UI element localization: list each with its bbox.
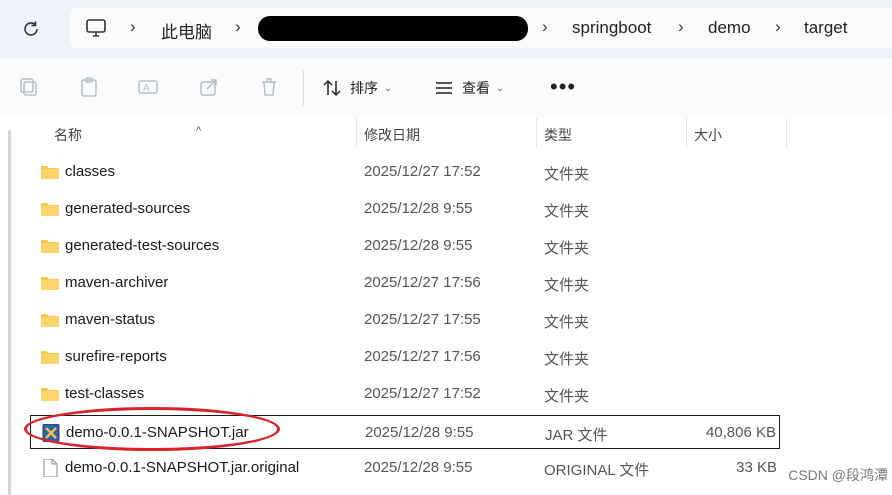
red-annotation-ellipse (24, 407, 280, 451)
file-type: JAR 文件 (545, 427, 608, 444)
file-modified: 2025/12/27 17:52 (364, 163, 481, 180)
file-type: 文件夹 (544, 277, 590, 294)
chevron-right-icon[interactable]: › (235, 17, 241, 37)
column-divider[interactable] (686, 118, 687, 148)
file-modified: 2025/12/28 9:55 (365, 424, 474, 441)
chevron-down-icon: ⌄ (384, 82, 393, 94)
breadcrumb-springboot[interactable]: springboot (572, 18, 651, 38)
copy-icon[interactable] (18, 76, 42, 100)
chevron-right-icon[interactable]: › (130, 17, 136, 37)
delete-icon[interactable] (258, 76, 282, 100)
list-item[interactable]: demo-0.0.1-SNAPSHOT.jar.original 2025/12… (30, 451, 780, 485)
rename-icon[interactable]: A (137, 76, 161, 100)
file-size: 33 KB (736, 459, 777, 476)
list-item[interactable]: test-classes 2025/12/27 17:52 文件夹 (30, 377, 780, 411)
file-type: 文件夹 (544, 314, 590, 331)
breadcrumb-demo[interactable]: demo (708, 18, 751, 38)
column-header-row: ^ 名称 修改日期 类型 大小 (0, 118, 892, 148)
file-modified: 2025/12/27 17:52 (364, 385, 481, 402)
folder-icon (41, 351, 59, 364)
file-name: demo-0.0.1-SNAPSHOT.jar.original (65, 459, 300, 476)
file-name: surefire-reports (65, 348, 167, 365)
file-modified: 2025/12/27 17:56 (364, 274, 481, 291)
file-modified: 2025/12/28 9:55 (364, 200, 473, 217)
folder-icon (41, 388, 59, 401)
file-name: classes (65, 163, 116, 180)
file-type: 文件夹 (544, 351, 590, 368)
watermark: CSDN @段鸿潭 (788, 467, 888, 483)
folder-icon (41, 203, 59, 216)
list-item[interactable]: maven-status 2025/12/27 17:55 文件夹 (30, 303, 780, 337)
file-modified: 2025/12/27 17:55 (364, 311, 481, 328)
file-type: 文件夹 (544, 203, 590, 220)
column-header-type[interactable]: 类型 (544, 125, 572, 145)
breadcrumb-this-pc[interactable]: 此电脑 (161, 18, 212, 43)
chevron-right-icon[interactable]: › (678, 17, 684, 37)
file-type: 文件夹 (544, 166, 590, 183)
paste-icon[interactable] (78, 76, 102, 100)
file-modified: 2025/12/28 9:55 (364, 237, 473, 254)
file-name: generated-test-sources (65, 237, 220, 254)
sort-ascending-icon: ^ (196, 125, 202, 137)
svg-text:A: A (143, 83, 150, 94)
command-bar: A 排序 ⌄ 查看 ⌄ ••• (0, 58, 892, 119)
file-name: test-classes (65, 385, 145, 402)
toolbar-divider (303, 70, 304, 106)
view-label: 查看 (462, 80, 490, 96)
column-divider[interactable] (356, 118, 357, 148)
chevron-down-icon: ⌄ (496, 82, 505, 94)
refresh-icon[interactable] (18, 16, 44, 42)
folder-icon (41, 277, 59, 290)
column-header-name[interactable]: 名称 (54, 125, 82, 145)
chevron-right-icon[interactable]: › (542, 17, 548, 37)
file-size: 40,806 KB (705, 424, 776, 441)
address-area: › 此电脑 › › springboot › demo › target (0, 0, 892, 58)
sort-label: 排序 (350, 80, 378, 96)
breadcrumb-target[interactable]: target (804, 18, 847, 38)
file-name: generated-sources (65, 200, 191, 217)
sort-button[interactable]: 排序 ⌄ (322, 76, 392, 100)
column-header-size[interactable]: 大小 (694, 125, 722, 145)
redacted-path (258, 16, 528, 41)
file-name: maven-archiver (65, 274, 169, 291)
folder-icon (41, 314, 59, 327)
view-button[interactable]: 查看 ⌄ (434, 76, 504, 100)
scrollbar[interactable] (8, 130, 11, 495)
chevron-right-icon[interactable]: › (775, 17, 781, 37)
folder-icon (41, 240, 59, 253)
view-icon (436, 82, 452, 94)
file-type: 文件夹 (544, 388, 590, 405)
column-header-modified[interactable]: 修改日期 (364, 125, 420, 145)
this-pc-icon[interactable] (84, 16, 108, 40)
column-divider[interactable] (786, 118, 787, 148)
file-name: maven-status (65, 311, 156, 328)
file-modified: 2025/12/28 9:55 (364, 459, 473, 476)
column-divider[interactable] (536, 118, 537, 148)
more-options-icon[interactable]: ••• (550, 76, 576, 98)
file-icon (43, 459, 58, 477)
list-item[interactable]: maven-archiver 2025/12/27 17:56 文件夹 (30, 266, 780, 300)
list-item[interactable]: surefire-reports 2025/12/27 17:56 文件夹 (30, 340, 780, 374)
file-type: 文件夹 (544, 240, 590, 257)
list-item[interactable]: generated-test-sources 2025/12/28 9:55 文… (30, 229, 780, 263)
file-modified: 2025/12/27 17:56 (364, 348, 481, 365)
sort-icon (323, 79, 341, 97)
file-type: ORIGINAL 文件 (544, 462, 650, 479)
share-icon[interactable] (198, 76, 222, 100)
list-item[interactable]: generated-sources 2025/12/28 9:55 文件夹 (30, 192, 780, 226)
folder-icon (41, 166, 59, 179)
list-item[interactable]: classes 2025/12/27 17:52 文件夹 (30, 155, 780, 189)
